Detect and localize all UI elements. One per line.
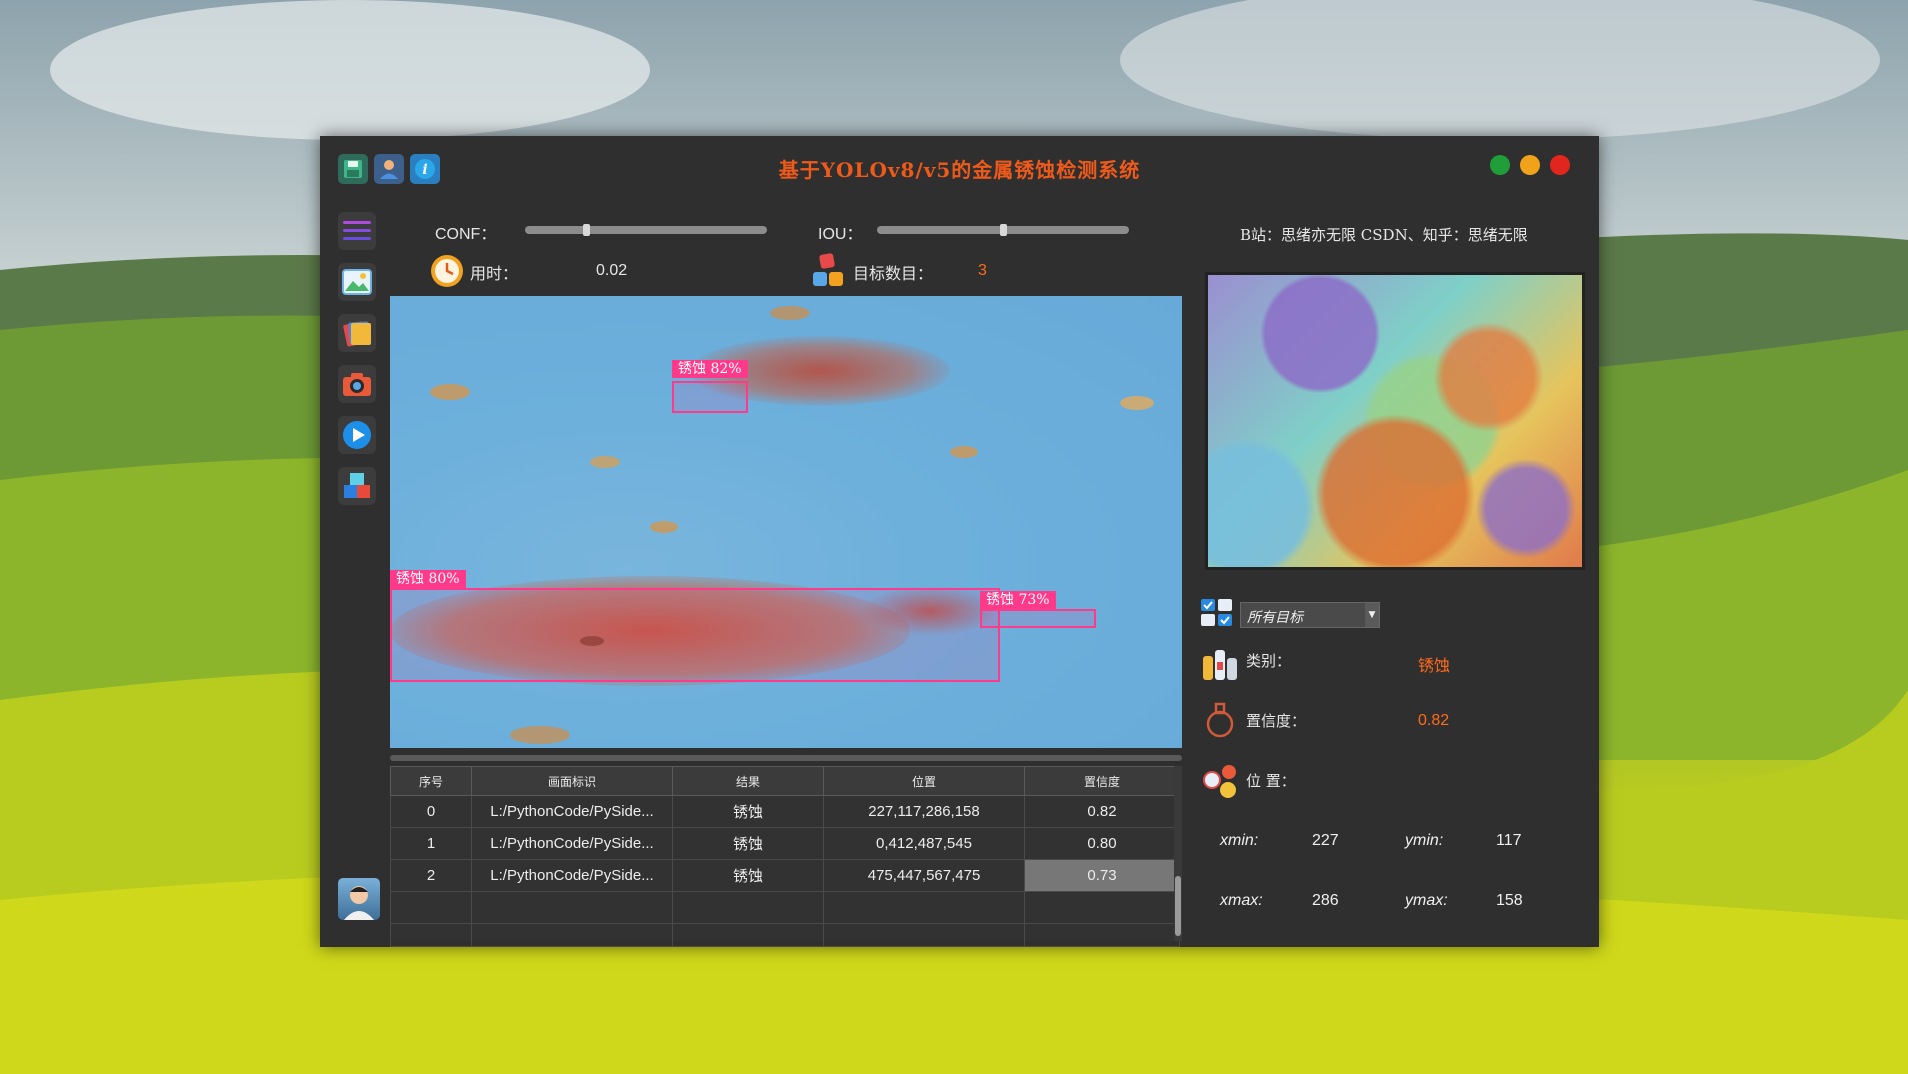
position-icon <box>1202 762 1240 804</box>
conf-slider[interactable] <box>525 224 767 236</box>
ymax-value: 158 <box>1496 892 1523 909</box>
detection-image-view: 锈蚀 82% 锈蚀 80% 锈蚀 73% <box>390 296 1182 748</box>
detection-label: 锈蚀 82% <box>672 360 748 378</box>
vertical-scrollbar[interactable] <box>1174 766 1182 941</box>
chevron-down-icon[interactable]: ▼ <box>1365 603 1379 627</box>
confidence-label: 置信度： <box>1246 712 1307 730</box>
time-value: 0.02 <box>596 262 628 279</box>
table-row[interactable] <box>390 891 1180 924</box>
clock-icon <box>430 254 464 292</box>
target-count-icon <box>810 252 846 294</box>
table-row[interactable]: 0 L:/PythonCode/PySide... 锈蚀 227,117,286… <box>390 795 1180 828</box>
column-header[interactable]: 序号 <box>390 766 472 796</box>
heatmap-view <box>1205 272 1585 570</box>
table-cell[interactable] <box>823 891 1025 924</box>
conf-label: CONF： <box>435 226 497 243</box>
table-cell[interactable]: L:/PythonCode/PySide... <box>471 859 673 892</box>
table-cell[interactable] <box>1024 923 1180 947</box>
image-icon[interactable] <box>338 263 376 301</box>
table-cell[interactable]: L:/PythonCode/PySide... <box>471 827 673 860</box>
detection-label: 锈蚀 73% <box>980 591 1056 609</box>
horizontal-scrollbar[interactable] <box>390 755 1182 761</box>
flask-icon <box>1204 702 1236 742</box>
maximize-button[interactable] <box>1490 155 1510 175</box>
table-cell[interactable]: 0,412,487,545 <box>823 827 1025 860</box>
target-count-label: 目标数目： <box>853 266 934 283</box>
xmax-label: xmax: <box>1220 892 1263 909</box>
minimize-button[interactable] <box>1520 155 1540 175</box>
detection-box <box>672 381 748 413</box>
folder-icon[interactable] <box>338 314 376 352</box>
xmin-label: xmin: <box>1220 832 1259 849</box>
class-value: 锈蚀 <box>1418 658 1451 675</box>
column-header[interactable]: 置信度 <box>1024 766 1180 796</box>
table-cell[interactable]: 0.73 <box>1024 859 1180 892</box>
table-cell[interactable]: L:/PythonCode/PySide... <box>471 795 673 828</box>
table-cell[interactable]: 2 <box>390 859 472 892</box>
credits-text: B站：思绪亦无限 CSDN、知乎：思绪无限 <box>1240 226 1528 244</box>
conf-slider-handle[interactable] <box>582 224 590 236</box>
target-select[interactable]: 所有目标 ▼ <box>1240 602 1380 628</box>
close-button[interactable] <box>1550 155 1570 175</box>
iou-slider-handle[interactable] <box>1000 224 1007 236</box>
app-title: 基于YOLOv8/v5的金属锈蚀检测系统 <box>778 158 1141 182</box>
table-cell[interactable]: 锈蚀 <box>672 859 824 892</box>
camera-icon[interactable] <box>338 365 376 403</box>
table-cell[interactable]: 0 <box>390 795 472 828</box>
target-count-value: 3 <box>978 262 987 279</box>
table-cell[interactable]: 0.82 <box>1024 795 1180 828</box>
table-cell[interactable]: 475,447,567,475 <box>823 859 1025 892</box>
position-label: 位 置： <box>1246 772 1296 790</box>
video-play-icon[interactable] <box>338 416 376 454</box>
table-row[interactable] <box>390 923 1180 947</box>
app-window: i 基于YOLOv8/v5的金属锈蚀检测系统 CONF： IOU： 用时： 0.… <box>320 136 1599 947</box>
column-header[interactable]: 画面标识 <box>471 766 673 796</box>
iou-label: IOU： <box>818 226 863 243</box>
detection-box <box>980 609 1096 628</box>
menu-icon[interactable] <box>338 212 376 250</box>
detection-box <box>390 588 1000 682</box>
table-cell[interactable] <box>672 891 824 924</box>
model-icon[interactable] <box>338 467 376 505</box>
confidence-value: 0.82 <box>1418 712 1450 729</box>
table-cell[interactable]: 1 <box>390 827 472 860</box>
iou-slider[interactable] <box>877 224 1129 236</box>
xmax-value: 286 <box>1312 892 1339 909</box>
target-select-value: 所有目标 <box>1247 610 1303 626</box>
table-cell[interactable] <box>1024 891 1180 924</box>
table-cell[interactable]: 227,117,286,158 <box>823 795 1025 828</box>
table-row[interactable]: 1 L:/PythonCode/PySide... 锈蚀 0,412,487,5… <box>390 827 1180 860</box>
table-cell[interactable] <box>471 923 673 947</box>
table-cell[interactable] <box>390 923 472 947</box>
bottles-icon <box>1200 642 1240 686</box>
detection-label: 锈蚀 80% <box>390 570 466 588</box>
column-header[interactable]: 结果 <box>672 766 824 796</box>
ymin-label: ymin: <box>1405 832 1444 849</box>
table-row[interactable]: 2 L:/PythonCode/PySide... 锈蚀 475,447,567… <box>390 859 1180 892</box>
table-cell[interactable] <box>471 891 673 924</box>
ymin-value: 117 <box>1496 832 1522 849</box>
table-cell[interactable] <box>390 891 472 924</box>
time-label: 用时： <box>470 266 519 283</box>
checklist-icon <box>1200 598 1234 632</box>
ymax-label: ymax: <box>1405 892 1448 909</box>
avatar[interactable] <box>338 878 380 920</box>
table-cell[interactable] <box>672 923 824 947</box>
table-cell[interactable]: 0.80 <box>1024 827 1180 860</box>
scrollbar-thumb[interactable] <box>1175 876 1181 936</box>
table-cell[interactable]: 锈蚀 <box>672 795 824 828</box>
results-table: 序号 画面标识 结果 位置 置信度 0 L:/PythonCode/PySide… <box>390 766 1182 947</box>
class-label: 类别： <box>1246 652 1292 670</box>
xmin-value: 227 <box>1312 832 1339 849</box>
column-header[interactable]: 位置 <box>823 766 1025 796</box>
table-cell[interactable]: 锈蚀 <box>672 827 824 860</box>
table-cell[interactable] <box>823 923 1025 947</box>
